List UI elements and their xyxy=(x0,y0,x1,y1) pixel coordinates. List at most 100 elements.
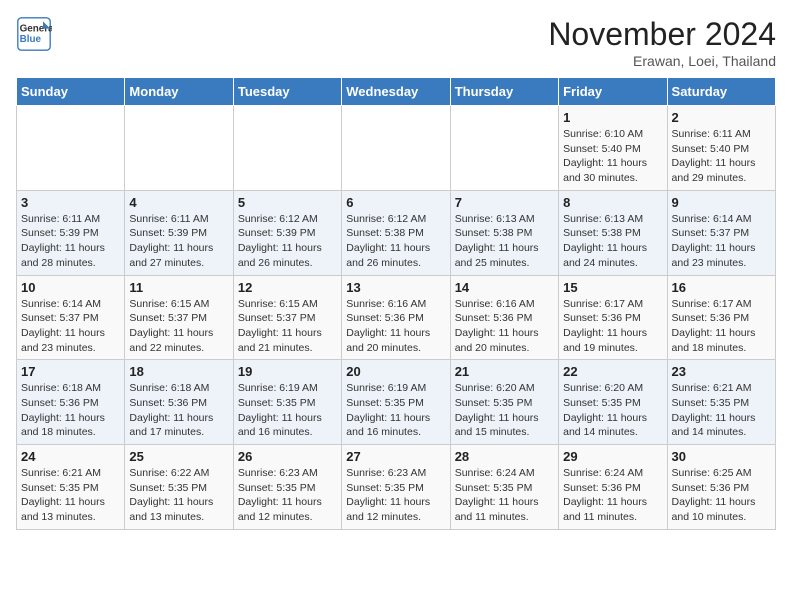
day-info: Sunrise: 6:20 AM Sunset: 5:35 PM Dayligh… xyxy=(563,381,662,440)
day-number: 29 xyxy=(563,449,662,464)
calendar-week: 10Sunrise: 6:14 AM Sunset: 5:37 PM Dayli… xyxy=(17,275,776,360)
logo-icon: General Blue xyxy=(16,16,52,52)
day-info: Sunrise: 6:17 AM Sunset: 5:36 PM Dayligh… xyxy=(672,297,771,356)
day-info: Sunrise: 6:21 AM Sunset: 5:35 PM Dayligh… xyxy=(672,381,771,440)
day-number: 13 xyxy=(346,280,445,295)
day-info: Sunrise: 6:17 AM Sunset: 5:36 PM Dayligh… xyxy=(563,297,662,356)
day-info: Sunrise: 6:11 AM Sunset: 5:39 PM Dayligh… xyxy=(21,212,120,271)
day-info: Sunrise: 6:20 AM Sunset: 5:35 PM Dayligh… xyxy=(455,381,554,440)
calendar-cell: 16 Sunrise: 6:17 AM Sunset: 5:36 PM Dayli… xyxy=(667,275,775,360)
calendar-cell: 15Sunrise: 6:17 AM Sunset: 5:36 PM Dayli… xyxy=(559,275,667,360)
day-info: Sunrise: 6:11 AM Sunset: 5:40 PM Dayligh… xyxy=(672,127,771,186)
day-info: Sunrise: 6:18 AM Sunset: 5:36 PM Dayligh… xyxy=(21,381,120,440)
day-info: Sunrise: 6:13 AM Sunset: 5:38 PM Dayligh… xyxy=(563,212,662,271)
day-number: 2 xyxy=(672,110,771,125)
day-number: 16 xyxy=(672,280,771,295)
day-number: 6 xyxy=(346,195,445,210)
calendar-cell: 24 Sunrise: 6:21 AM Sunset: 5:35 PM Dayli… xyxy=(17,445,125,530)
calendar-week: 1Sunrise: 6:10 AM Sunset: 5:40 PM Daylig… xyxy=(17,106,776,191)
svg-text:Blue: Blue xyxy=(20,34,42,45)
calendar-cell xyxy=(450,106,558,191)
calendar-cell: 17 Sunrise: 6:18 AM Sunset: 5:36 PM Dayli… xyxy=(17,360,125,445)
calendar-cell: 22Sunrise: 6:20 AM Sunset: 5:35 PM Dayli… xyxy=(559,360,667,445)
day-number: 5 xyxy=(238,195,337,210)
calendar-cell: 14Sunrise: 6:16 AM Sunset: 5:36 PM Dayli… xyxy=(450,275,558,360)
calendar-cell: 13 Sunrise: 6:16 AM Sunset: 5:36 PM Dayli… xyxy=(342,275,450,360)
calendar-cell: 26 Sunrise: 6:23 AM Sunset: 5:35 PM Dayli… xyxy=(233,445,341,530)
calendar-week: 3 Sunrise: 6:11 AM Sunset: 5:39 PM Daylig… xyxy=(17,190,776,275)
day-info: Sunrise: 6:14 AM Sunset: 5:37 PM Dayligh… xyxy=(672,212,771,271)
calendar-cell: 8 Sunrise: 6:13 AM Sunset: 5:38 PM Daylig… xyxy=(559,190,667,275)
day-number: 4 xyxy=(129,195,228,210)
day-number: 25 xyxy=(129,449,228,464)
calendar-body: 1Sunrise: 6:10 AM Sunset: 5:40 PM Daylig… xyxy=(17,106,776,530)
day-number: 7 xyxy=(455,195,554,210)
weekday-header: Monday xyxy=(125,78,233,106)
calendar-cell xyxy=(125,106,233,191)
day-info: Sunrise: 6:12 AM Sunset: 5:39 PM Dayligh… xyxy=(238,212,337,271)
day-number: 28 xyxy=(455,449,554,464)
day-number: 18 xyxy=(129,364,228,379)
day-info: Sunrise: 6:18 AM Sunset: 5:36 PM Dayligh… xyxy=(129,381,228,440)
calendar-cell: 20 Sunrise: 6:19 AM Sunset: 5:35 PM Dayli… xyxy=(342,360,450,445)
calendar: SundayMondayTuesdayWednesdayThursdayFrid… xyxy=(16,77,776,530)
page-header: General Blue November 2024 Erawan, Loei,… xyxy=(16,16,776,69)
day-number: 21 xyxy=(455,364,554,379)
day-number: 24 xyxy=(21,449,120,464)
day-info: Sunrise: 6:23 AM Sunset: 5:35 PM Dayligh… xyxy=(346,466,445,525)
day-info: Sunrise: 6:15 AM Sunset: 5:37 PM Dayligh… xyxy=(238,297,337,356)
logo: General Blue xyxy=(16,16,52,52)
weekday-header: Thursday xyxy=(450,78,558,106)
location: Erawan, Loei, Thailand xyxy=(548,53,776,69)
day-info: Sunrise: 6:24 AM Sunset: 5:35 PM Dayligh… xyxy=(455,466,554,525)
day-info: Sunrise: 6:13 AM Sunset: 5:38 PM Dayligh… xyxy=(455,212,554,271)
day-info: Sunrise: 6:12 AM Sunset: 5:38 PM Dayligh… xyxy=(346,212,445,271)
day-number: 27 xyxy=(346,449,445,464)
calendar-cell: 30 Sunrise: 6:25 AM Sunset: 5:36 PM Dayli… xyxy=(667,445,775,530)
calendar-week: 24 Sunrise: 6:21 AM Sunset: 5:35 PM Dayli… xyxy=(17,445,776,530)
day-number: 10 xyxy=(21,280,120,295)
weekday-header: Friday xyxy=(559,78,667,106)
day-number: 8 xyxy=(563,195,662,210)
calendar-cell: 21 Sunrise: 6:20 AM Sunset: 5:35 PM Dayli… xyxy=(450,360,558,445)
calendar-week: 17 Sunrise: 6:18 AM Sunset: 5:36 PM Dayli… xyxy=(17,360,776,445)
calendar-cell: 7 Sunrise: 6:13 AM Sunset: 5:38 PM Daylig… xyxy=(450,190,558,275)
day-number: 11 xyxy=(129,280,228,295)
day-number: 23 xyxy=(672,364,771,379)
day-info: Sunrise: 6:22 AM Sunset: 5:35 PM Dayligh… xyxy=(129,466,228,525)
day-info: Sunrise: 6:25 AM Sunset: 5:36 PM Dayligh… xyxy=(672,466,771,525)
calendar-cell xyxy=(233,106,341,191)
day-number: 9 xyxy=(672,195,771,210)
calendar-cell xyxy=(17,106,125,191)
title-area: November 2024 Erawan, Loei, Thailand xyxy=(548,16,776,69)
calendar-cell: 18 Sunrise: 6:18 AM Sunset: 5:36 PM Dayli… xyxy=(125,360,233,445)
day-number: 20 xyxy=(346,364,445,379)
calendar-cell: 5 Sunrise: 6:12 AM Sunset: 5:39 PM Daylig… xyxy=(233,190,341,275)
calendar-cell: 29Sunrise: 6:24 AM Sunset: 5:36 PM Dayli… xyxy=(559,445,667,530)
calendar-cell: 6 Sunrise: 6:12 AM Sunset: 5:38 PM Daylig… xyxy=(342,190,450,275)
calendar-cell: 19Sunrise: 6:19 AM Sunset: 5:35 PM Dayli… xyxy=(233,360,341,445)
calendar-cell: 28 Sunrise: 6:24 AM Sunset: 5:35 PM Dayli… xyxy=(450,445,558,530)
month-title: November 2024 xyxy=(548,16,776,53)
day-number: 3 xyxy=(21,195,120,210)
day-info: Sunrise: 6:23 AM Sunset: 5:35 PM Dayligh… xyxy=(238,466,337,525)
day-info: Sunrise: 6:16 AM Sunset: 5:36 PM Dayligh… xyxy=(346,297,445,356)
day-number: 14 xyxy=(455,280,554,295)
calendar-header: SundayMondayTuesdayWednesdayThursdayFrid… xyxy=(17,78,776,106)
weekday-header: Tuesday xyxy=(233,78,341,106)
weekday-header: Wednesday xyxy=(342,78,450,106)
day-info: Sunrise: 6:19 AM Sunset: 5:35 PM Dayligh… xyxy=(346,381,445,440)
calendar-cell: 23 Sunrise: 6:21 AM Sunset: 5:35 PM Dayli… xyxy=(667,360,775,445)
calendar-cell: 4Sunrise: 6:11 AM Sunset: 5:39 PM Daylig… xyxy=(125,190,233,275)
calendar-cell: 2 Sunrise: 6:11 AM Sunset: 5:40 PM Daylig… xyxy=(667,106,775,191)
day-number: 1 xyxy=(563,110,662,125)
calendar-cell: 25 Sunrise: 6:22 AM Sunset: 5:35 PM Dayli… xyxy=(125,445,233,530)
day-info: Sunrise: 6:19 AM Sunset: 5:35 PM Dayligh… xyxy=(238,381,337,440)
svg-text:General: General xyxy=(20,23,52,34)
day-number: 26 xyxy=(238,449,337,464)
day-info: Sunrise: 6:15 AM Sunset: 5:37 PM Dayligh… xyxy=(129,297,228,356)
day-number: 12 xyxy=(238,280,337,295)
day-number: 17 xyxy=(21,364,120,379)
day-info: Sunrise: 6:21 AM Sunset: 5:35 PM Dayligh… xyxy=(21,466,120,525)
day-number: 30 xyxy=(672,449,771,464)
